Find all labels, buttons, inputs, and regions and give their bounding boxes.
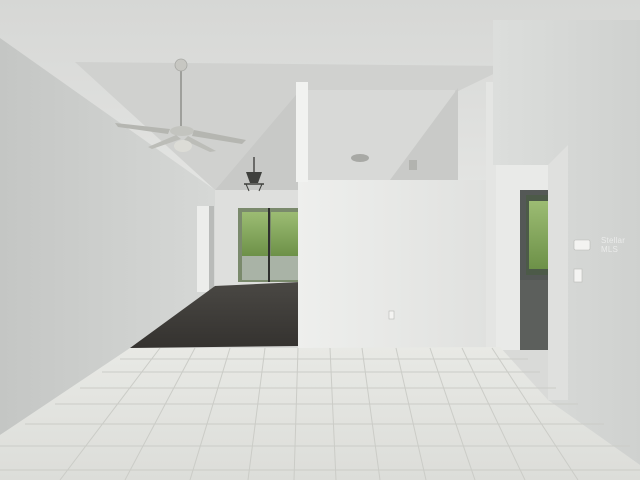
light-switch [573, 268, 583, 283]
watermark-text: Stellar MLS [601, 236, 626, 254]
wall-outlet [388, 310, 395, 320]
left-doorway-frame [209, 206, 214, 292]
window-greenery-left [242, 212, 268, 256]
room-scene [0, 0, 640, 480]
window-greenery-right [271, 212, 298, 256]
left-doorway [197, 206, 209, 292]
right-wall-corner [548, 145, 568, 400]
thermostat [573, 239, 591, 251]
ceiling-light-fixture [351, 154, 369, 162]
interior-photo: Stellar MLS [0, 0, 640, 480]
ceiling-vent [409, 160, 417, 170]
center-wall-edge [296, 82, 308, 182]
